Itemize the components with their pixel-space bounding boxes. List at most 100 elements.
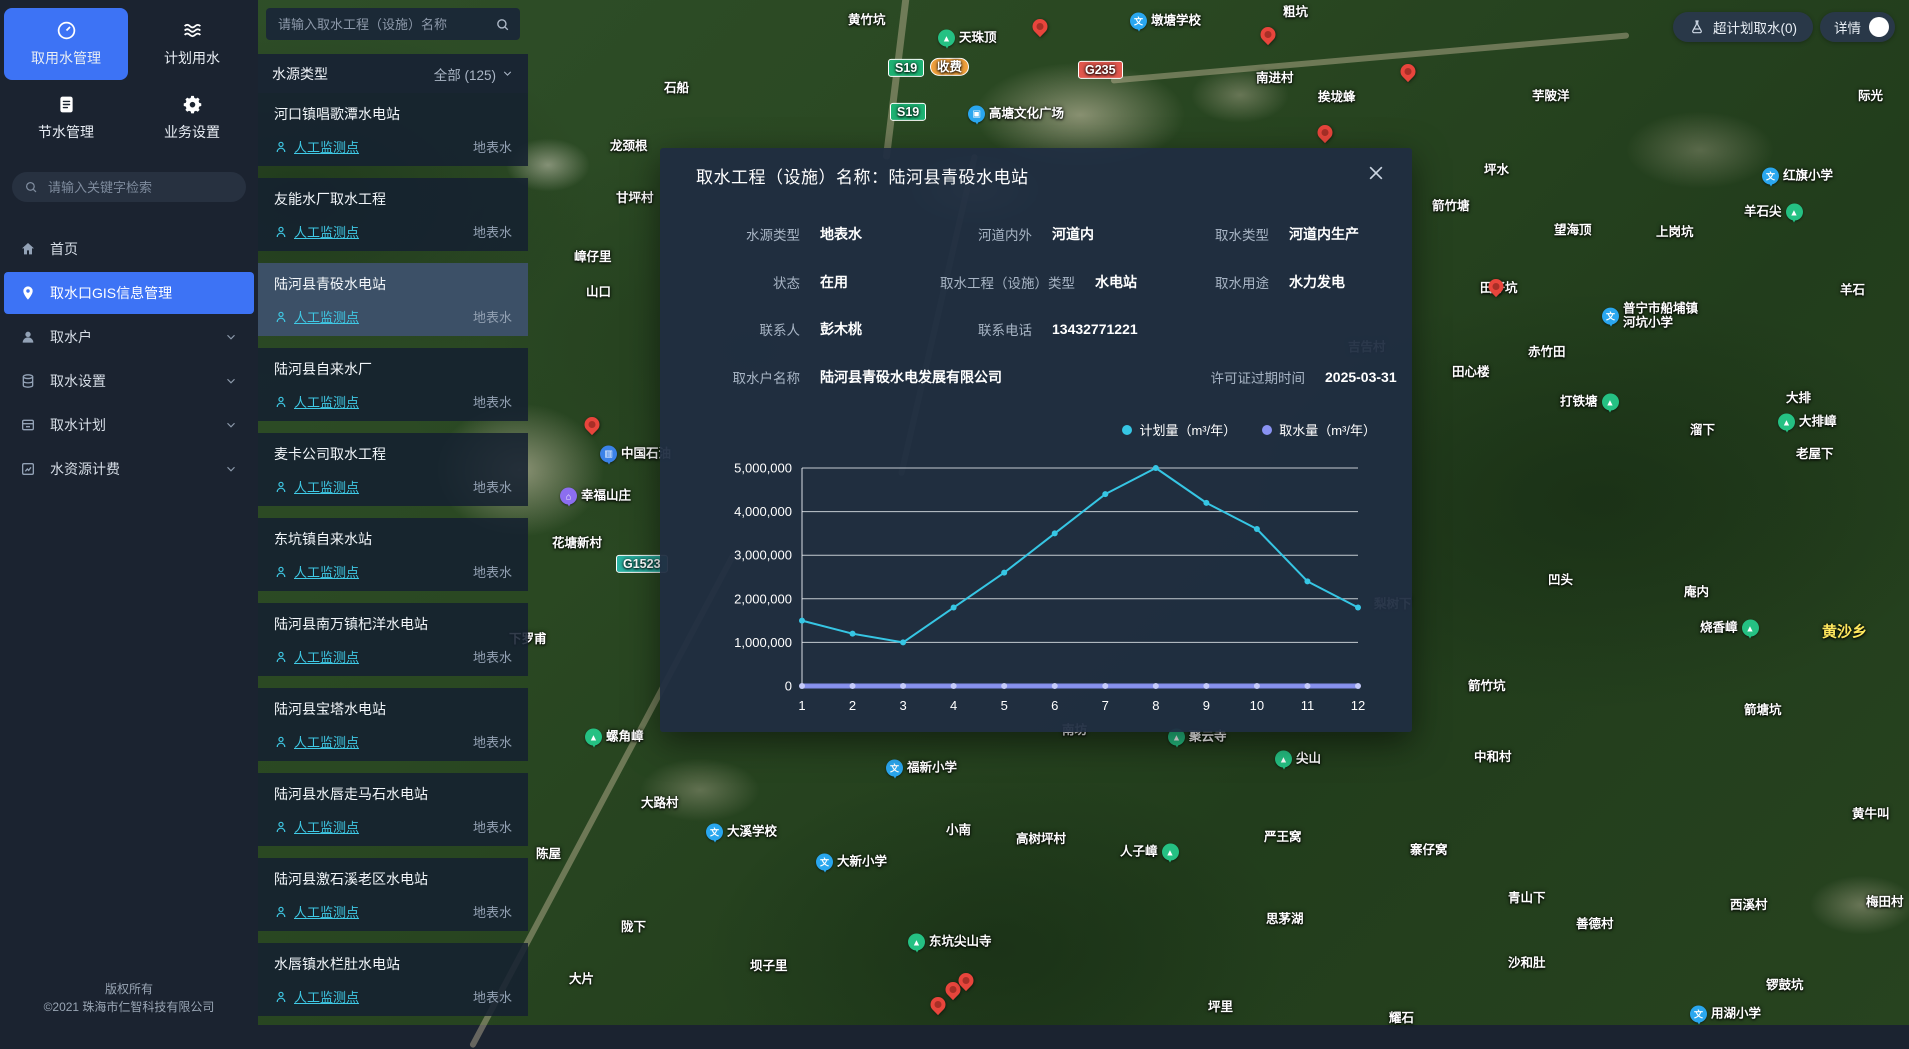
field-value: 在用: [820, 272, 848, 292]
school-icon: 文: [706, 824, 723, 841]
station-list-item[interactable]: 河口镇唱歌潭水电站人工监测点地表水: [258, 93, 528, 166]
sidebar-item-3[interactable]: 取水设置: [4, 360, 254, 402]
water-source-type: 地表水: [473, 137, 512, 156]
sidebar-item-1[interactable]: 取水口GIS信息管理: [4, 272, 254, 314]
map-label: 箭竹坑: [1468, 679, 1506, 693]
line-chart-svg: 01,000,0002,000,0003,000,0004,000,0005,0…: [684, 444, 1388, 724]
station-list-item[interactable]: 陆河县青砓水电站人工监测点地表水: [258, 263, 528, 336]
station-list-item[interactable]: 东坑镇自来水站人工监测点地表水: [258, 518, 528, 591]
water-source-type: 地表水: [473, 477, 512, 496]
map-label-text: 螺角嶂: [606, 730, 644, 744]
map-label: ▲烧香嶂: [1700, 620, 1759, 637]
intake-pin-icon[interactable]: [1029, 16, 1050, 37]
person-icon: [274, 565, 288, 579]
legend-label: 计划量（m³/年）: [1139, 420, 1236, 439]
chevron-down-icon: [224, 374, 238, 388]
sidebar-item-label: 取水口GIS信息管理: [50, 283, 172, 303]
module-tiles: 取用水管理计划用水节水管理业务设置: [0, 0, 258, 154]
intake-pin-icon[interactable]: [1257, 24, 1278, 45]
database-icon: [20, 373, 36, 389]
monitor-type-link[interactable]: 人工监测点: [294, 392, 359, 411]
station-list-item[interactable]: 陆河县激石溪老区水电站人工监测点地表水: [258, 858, 528, 931]
school-icon: 文: [1690, 1006, 1707, 1023]
sidebar-search-input[interactable]: [46, 179, 234, 196]
module-tile-3[interactable]: 业务设置: [130, 82, 254, 154]
svg-text:2: 2: [849, 698, 856, 713]
map-label-text: 田心楼: [1452, 365, 1490, 379]
sidebar-item-label: 取水户: [50, 327, 92, 347]
toggle-knob-icon[interactable]: [1869, 17, 1889, 37]
map-label: 文用湖小学: [1690, 1006, 1761, 1023]
map-label: 坪水: [1484, 163, 1509, 177]
field-value: 水电站: [1095, 272, 1137, 292]
field-value: 陆河县青砓水电发展有限公司: [820, 367, 1002, 387]
map-label-text: 高塘文化广场: [989, 107, 1064, 121]
field-label: 取水工程（设施）类型: [940, 272, 1075, 292]
station-list-item[interactable]: 水唇镇水栏肚水电站人工监测点地表水: [258, 943, 528, 1016]
station-list-item[interactable]: 友能水厂取水工程人工监测点地表水: [258, 178, 528, 251]
search-icon[interactable]: [495, 17, 510, 32]
monitor-type-link[interactable]: 人工监测点: [294, 137, 359, 156]
station-list-item[interactable]: 陆河县宝塔水电站人工监测点地表水: [258, 688, 528, 761]
map-label: 老屋下: [1796, 447, 1834, 461]
map-label: 大片: [569, 972, 594, 986]
station-list-item[interactable]: 陆河县水唇走马石水电站人工监测点地表水: [258, 773, 528, 846]
map-label: ▲天珠顶: [938, 30, 997, 47]
station-search[interactable]: [266, 8, 520, 40]
station-list-item[interactable]: 麦卡公司取水工程人工监测点地表水: [258, 433, 528, 506]
station-list-item[interactable]: 陆河县自来水厂人工监测点地表水: [258, 348, 528, 421]
module-tile-0[interactable]: 取用水管理: [4, 8, 128, 80]
sidebar-search[interactable]: [12, 172, 246, 202]
monitor-type-link[interactable]: 人工监测点: [294, 902, 359, 921]
legend-item[interactable]: 取水量（m³/年）: [1262, 420, 1376, 439]
filter-label: 水源类型: [272, 64, 328, 84]
field-label: 取水用途: [1187, 272, 1269, 292]
monitor-type-link[interactable]: 人工监测点: [294, 732, 359, 751]
school-icon: 文: [1602, 308, 1619, 325]
field-label: 水源类型: [700, 224, 800, 244]
monitor-type-link[interactable]: 人工监测点: [294, 307, 359, 326]
map-label-text: 花塘新村: [552, 536, 602, 550]
monitor-type-link[interactable]: 人工监测点: [294, 987, 359, 1006]
filter-value-dropdown[interactable]: 全部 (125): [434, 64, 514, 84]
map-label-text: 庵内: [1684, 585, 1709, 599]
water-source-type: 地表水: [473, 392, 512, 411]
sidebar-item-2[interactable]: 取水户: [4, 316, 254, 358]
map-label: 石船: [664, 81, 689, 95]
station-name: 水唇镇水栏肚水电站: [274, 954, 512, 974]
station-search-input[interactable]: [276, 16, 495, 33]
detail-toggle[interactable]: 详情: [1820, 12, 1895, 42]
monitor-type-link[interactable]: 人工监测点: [294, 647, 359, 666]
sidebar-item-5[interactable]: 水资源计费: [4, 448, 254, 490]
legend-item[interactable]: 计划量（m³/年）: [1122, 420, 1236, 439]
map-label: 田心楼: [1452, 365, 1490, 379]
person-icon: [274, 905, 288, 919]
over-plan-badge-label: 超计划取水(0): [1713, 17, 1797, 37]
water-source-type: 地表水: [473, 732, 512, 751]
monitor-type-link[interactable]: 人工监测点: [294, 562, 359, 581]
close-icon[interactable]: [1366, 163, 1386, 183]
map-label-text: 黄竹坑: [848, 13, 886, 27]
module-tile-2[interactable]: 节水管理: [4, 82, 128, 154]
modal-title: 取水工程（设施）名称：陆河县青砓水电站: [696, 163, 1029, 188]
intake-pin-icon[interactable]: [927, 994, 948, 1015]
intake-pin-icon[interactable]: [1397, 61, 1418, 82]
user-icon: [20, 329, 36, 345]
intake-pin-icon[interactable]: [581, 414, 602, 435]
over-plan-withdrawal-badge[interactable]: 超计划取水(0): [1673, 12, 1813, 42]
map-label: 文福新小学: [886, 760, 957, 777]
field-pair: 取水户名称陆河县青砓水电发展有限公司: [700, 367, 1002, 387]
map-label-text: 大排嶂: [1799, 415, 1837, 429]
monitor-type-link[interactable]: 人工监测点: [294, 222, 359, 241]
station-list-item[interactable]: 陆河县南万镇杞洋水电站人工监测点地表水: [258, 603, 528, 676]
sidebar-item-4[interactable]: 取水计划: [4, 404, 254, 446]
monitor-type-link[interactable]: 人工监测点: [294, 477, 359, 496]
module-tile-1[interactable]: 计划用水: [130, 8, 254, 80]
water-source-type: 地表水: [473, 902, 512, 921]
field-pair: 状态在用: [700, 272, 848, 292]
sidebar-item-0[interactable]: 首页: [4, 228, 254, 270]
intake-pin-icon[interactable]: [1314, 122, 1335, 143]
map-label: 善德村: [1576, 917, 1614, 931]
monitor-type-link[interactable]: 人工监测点: [294, 817, 359, 836]
school-icon: 文: [816, 854, 833, 871]
